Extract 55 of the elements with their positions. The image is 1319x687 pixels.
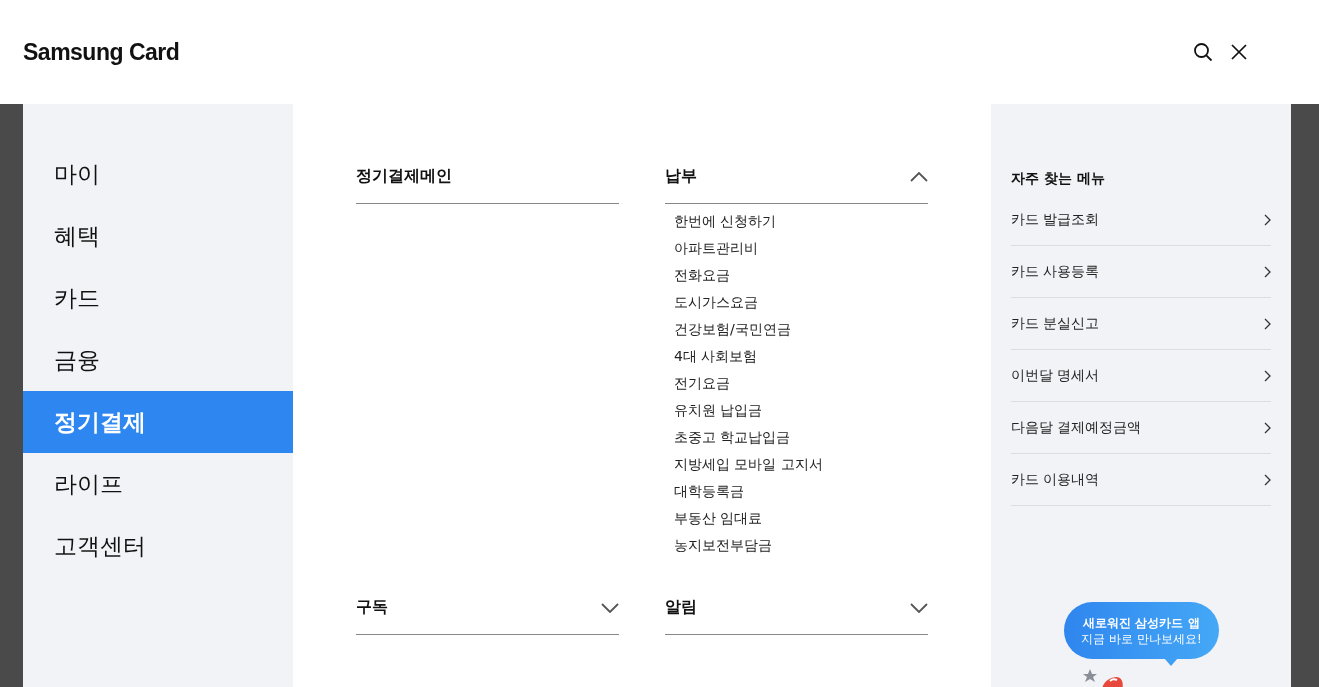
submenu-link[interactable]: 한번에 신청하기 bbox=[674, 208, 928, 235]
submenu-link[interactable]: 부동산 임대료 bbox=[674, 505, 928, 532]
promo-text: 지금 바로 만나보세요! bbox=[1081, 630, 1202, 647]
search-icon[interactable] bbox=[1193, 42, 1213, 62]
section-title: 알림 bbox=[665, 597, 697, 618]
chevron-down-icon[interactable] bbox=[601, 602, 619, 613]
quick-menu-item[interactable]: 카드 사용등록 bbox=[1011, 246, 1271, 298]
submenu-link[interactable]: 초중고 학교납입금 bbox=[674, 424, 928, 451]
quick-menu-item[interactable]: 카드 발급조회 bbox=[1011, 194, 1271, 246]
menu-label: 카드 발급조회 bbox=[1011, 210, 1100, 229]
section-header[interactable]: 구독 bbox=[356, 581, 619, 635]
submenu-link[interactable]: 전기요금 bbox=[674, 370, 928, 397]
nav-item[interactable]: 라이프 bbox=[23, 453, 293, 515]
section-header[interactable]: 정기결제메인 bbox=[356, 150, 619, 204]
nav-item[interactable]: 혜택 bbox=[23, 205, 293, 267]
promo-text: 새로워진 삼성카드 앱 bbox=[1083, 614, 1200, 631]
submenu-link[interactable]: 농지보전부담금 bbox=[674, 532, 928, 559]
quick-menu-item[interactable]: 이번달 명세서 bbox=[1011, 350, 1271, 402]
submenu-link[interactable]: 지방세입 모바일 고지서 bbox=[674, 451, 928, 478]
quick-menu-item[interactable]: 카드 이용내역 bbox=[1011, 454, 1271, 506]
menu-label: 카드 이용내역 bbox=[1011, 470, 1100, 489]
close-icon[interactable] bbox=[1231, 44, 1247, 60]
submenu-link[interactable]: 아파트관리비 bbox=[674, 235, 928, 262]
section-header[interactable]: 납부 bbox=[665, 150, 928, 204]
chevron-right-icon bbox=[1264, 213, 1271, 226]
section-title: 정기결제메인 bbox=[356, 166, 452, 187]
logo[interactable]: Samsung Card bbox=[23, 38, 180, 66]
chevron-right-icon bbox=[1264, 473, 1271, 486]
nav-item[interactable]: 금융 bbox=[23, 329, 293, 391]
quick-menu-item[interactable]: 카드 분실신고 bbox=[1011, 298, 1271, 350]
nav-item[interactable]: 마이 bbox=[23, 143, 293, 205]
nav-item[interactable]: 카드 bbox=[23, 267, 293, 329]
submenu-link[interactable]: 4대 사회보험 bbox=[674, 343, 928, 370]
menu-label: 이번달 명세서 bbox=[1011, 366, 1100, 385]
quick-menu-item[interactable]: 다음달 결제예정금액 bbox=[1011, 402, 1271, 454]
submenu-link[interactable]: 전화요금 bbox=[674, 262, 928, 289]
submenu-link[interactable]: 유치원 납입금 bbox=[674, 397, 928, 424]
section-title: 납부 bbox=[665, 166, 697, 187]
nav-item[interactable]: 고객센터 bbox=[23, 515, 293, 577]
chevron-right-icon bbox=[1264, 421, 1271, 434]
chevron-right-icon bbox=[1264, 317, 1271, 330]
chevron-up-icon[interactable] bbox=[910, 171, 928, 182]
menu-label: 카드 사용등록 bbox=[1011, 262, 1100, 281]
chevron-right-icon bbox=[1264, 369, 1271, 382]
menu-label: 다음달 결제예정금액 bbox=[1011, 418, 1142, 437]
submenu-link[interactable]: 도시가스요금 bbox=[674, 289, 928, 316]
section-title: 자주 찾는 메뉴 bbox=[1011, 170, 1106, 188]
chevron-right-icon bbox=[1264, 265, 1271, 278]
submenu-link[interactable]: 대학등록금 bbox=[674, 478, 928, 505]
submenu-link[interactable]: 건강보험/국민연금 bbox=[674, 316, 928, 343]
menu-label: 카드 분실신고 bbox=[1011, 314, 1100, 333]
section-header[interactable]: 알림 bbox=[665, 581, 928, 635]
nav-item[interactable]: 정기결제 bbox=[23, 391, 293, 453]
section-title: 구독 bbox=[356, 597, 388, 618]
chevron-down-icon[interactable] bbox=[910, 602, 928, 613]
